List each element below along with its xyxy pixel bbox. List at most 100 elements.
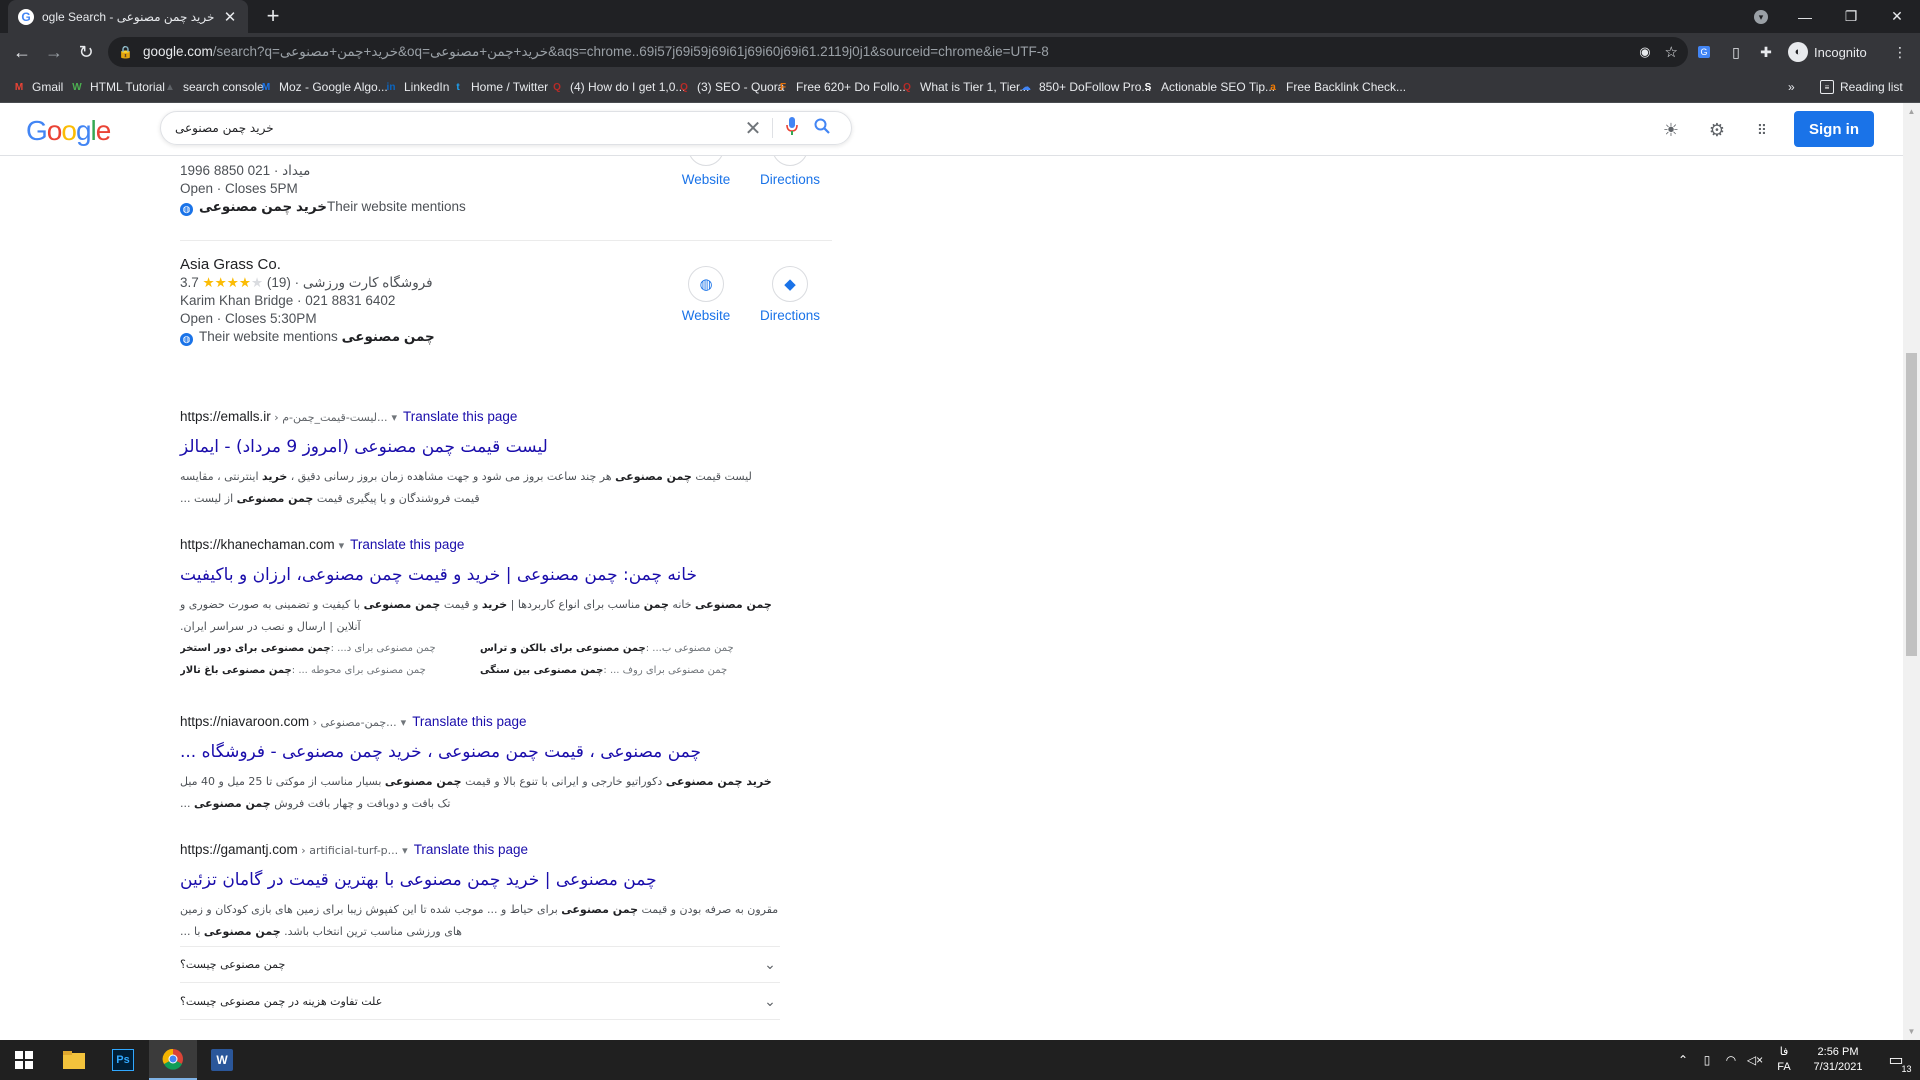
tab-search-icon[interactable]: ▾ bbox=[1738, 0, 1784, 33]
reload-icon[interactable]: ↻ bbox=[72, 38, 100, 66]
directions-button-2[interactable]: ◆ Directions bbox=[750, 266, 830, 323]
result-url[interactable]: https://gamantj.com › artificial-turf-p.… bbox=[180, 841, 780, 859]
bookmark-item[interactable]: M Gmail bbox=[12, 71, 64, 103]
site-icon: F bbox=[779, 81, 787, 93]
notification-center-icon[interactable]: ▭ 13 bbox=[1878, 1040, 1914, 1080]
local-divider bbox=[180, 240, 832, 241]
minimize-button[interactable]: — bbox=[1782, 0, 1828, 33]
bookmark-item[interactable]: M Moz - Google Algo... bbox=[259, 71, 388, 103]
local-business-name[interactable]: Asia Grass Co. bbox=[180, 256, 435, 274]
google-apps-grid-icon[interactable]: ⠿ bbox=[1751, 119, 1773, 141]
new-tab-button[interactable]: + bbox=[260, 3, 286, 29]
scrollbar-thumb[interactable] bbox=[1906, 353, 1917, 656]
bookmark-item[interactable]: Q (4) How do I get 1,0... bbox=[550, 71, 685, 103]
result-title-link[interactable]: چمن مصنوعی | خرید چمن مصنوعی با بهترین ق… bbox=[180, 867, 780, 893]
url-text[interactable]: google.com/search?q=خرید+چمن+مصنوعی&oq=خ… bbox=[143, 44, 1631, 60]
volume-muted-icon[interactable]: ◁× bbox=[1744, 1040, 1766, 1080]
sign-in-button[interactable]: Sign in bbox=[1794, 111, 1874, 147]
tab-title: ogle Search - خرید چمن مصنوعی bbox=[42, 9, 215, 24]
bookmark-item[interactable]: t Home / Twitter bbox=[451, 71, 548, 103]
bookmark-label: Gmail bbox=[32, 80, 64, 94]
extension-icon[interactable]: ▯ bbox=[1726, 42, 1746, 62]
faq-item[interactable]: چمن مصنوعی چیست؟ ⌄ bbox=[180, 947, 780, 983]
bookmark-item[interactable]: Q (3) SEO - Quora bbox=[677, 71, 784, 103]
photoshop-icon[interactable]: Ps bbox=[99, 1040, 147, 1080]
result-url[interactable]: https://emalls.ir › لیست-قیمت_چمن-م...Tr… bbox=[180, 408, 780, 426]
local-result-2[interactable]: Asia Grass Co. 3.7 ★★★★★ (19) · فروشگاه … bbox=[180, 256, 435, 346]
bookmark-item[interactable]: ☁ 850+ DoFollow Pro... bbox=[1019, 71, 1151, 103]
website-button-1[interactable]: ◍ Website bbox=[666, 156, 746, 187]
scroll-down-arrow-icon[interactable]: ▼ bbox=[1903, 1023, 1920, 1040]
input-language-indicator[interactable]: فا FA bbox=[1770, 1040, 1798, 1080]
bookmark-star-icon[interactable]: ☆ bbox=[1665, 43, 1678, 61]
result-url[interactable]: https://niavaroon.com › چمن-مصنوعی...Tra… bbox=[180, 713, 780, 731]
file-explorer-icon[interactable] bbox=[50, 1040, 98, 1080]
bookmark-item[interactable]: W HTML Tutorial bbox=[70, 71, 165, 103]
sitelink[interactable]: چمن مصنوعی برای محوطه ... :چمن مصنوعی با… bbox=[180, 660, 480, 682]
google-logo[interactable]: Google bbox=[26, 115, 111, 147]
address-bar[interactable]: 🔒 google.com/search?q=خرید+چمن+مصنوعی&oq… bbox=[108, 37, 1688, 67]
show-hidden-icons-chevron-icon[interactable]: ⌃ bbox=[1672, 1040, 1694, 1080]
bookmark-item[interactable]: F Free 620+ Do Follo... bbox=[776, 71, 909, 103]
translate-link[interactable]: Translate this page bbox=[339, 537, 465, 552]
puzzle-extensions-icon[interactable]: ✚ bbox=[1756, 42, 1776, 62]
restore-button[interactable]: ❐ bbox=[1828, 0, 1874, 33]
bookmark-label: HTML Tutorial bbox=[90, 80, 165, 94]
directions-button-1[interactable]: ◆ Directions bbox=[750, 156, 830, 187]
microphone-icon[interactable] bbox=[777, 116, 807, 140]
page-scrollbar[interactable]: ▲ ▼ bbox=[1903, 103, 1920, 1040]
scroll-up-arrow-icon[interactable]: ▲ bbox=[1903, 103, 1920, 120]
incognito-profile[interactable]: ◐ Incognito bbox=[1788, 41, 1867, 63]
search-icon[interactable] bbox=[807, 118, 837, 139]
bookmark-item[interactable]: a Free Backlink Check... bbox=[1266, 71, 1406, 103]
bookmark-item[interactable]: S Actionable SEO Tip... bbox=[1141, 71, 1275, 103]
reading-list-button[interactable]: ≡ Reading list bbox=[1820, 71, 1903, 103]
settings-gear-icon[interactable]: ⚙ bbox=[1706, 119, 1728, 141]
result-title-link[interactable]: چمن مصنوعی ، قیمت چمن مصنوعی ، خرید چمن … bbox=[180, 739, 780, 765]
windows-start-icon[interactable] bbox=[0, 1040, 48, 1080]
website-button-2[interactable]: ◍ Website bbox=[666, 266, 746, 323]
organic-result-niavaroon: https://niavaroon.com › چمن-مصنوعی...Tra… bbox=[180, 713, 780, 815]
quora-icon: Q bbox=[680, 81, 688, 93]
sitelink[interactable]: چمن مصنوعی برای روف ... :چمن مصنوعی بین … bbox=[480, 660, 780, 682]
translate-link[interactable]: Translate this page bbox=[392, 409, 518, 424]
search-results: میداد · 021 8850 1996 Open · Closes 5PM … bbox=[0, 156, 1903, 1040]
result-title-link[interactable]: خانه چمن: چمن مصنوعی | خرید و قیمت چمن م… bbox=[180, 562, 780, 588]
local-rating-row: 3.7 ★★★★★ (19) · فروشگاه کارت ورزشی bbox=[180, 275, 433, 290]
forward-arrow-icon[interactable]: → bbox=[40, 38, 68, 66]
translate-link[interactable]: Translate this page bbox=[401, 714, 527, 729]
google-header: Google ✕ ☀ ⚙ ⠿ Sign in bbox=[0, 103, 1903, 156]
translate-link[interactable]: Translate this page bbox=[402, 842, 528, 857]
dark-theme-sun-icon[interactable]: ☀ bbox=[1660, 119, 1682, 141]
bookmark-item[interactable]: in LinkedIn bbox=[384, 71, 450, 103]
close-window-button[interactable]: ✕ bbox=[1874, 0, 1920, 33]
sitelink[interactable]: چمن مصنوعی برای د... :چمن مصنوعی برای دو… bbox=[180, 638, 480, 660]
quora-icon: Q bbox=[903, 81, 911, 93]
lock-icon: 🔒 bbox=[118, 45, 133, 59]
tab-google-search[interactable]: G ogle Search - خرید چمن مصنوعی ✕ bbox=[8, 0, 248, 33]
sitelink[interactable]: چمن مصنوعی ب... :چمن مصنوعی برای بالکن و… bbox=[480, 638, 780, 660]
seo-icon: S bbox=[1144, 81, 1152, 93]
tracking-blocked-icon[interactable]: ◉ bbox=[1639, 44, 1650, 60]
bookmark-item[interactable]: ▲ search console bbox=[163, 71, 264, 103]
clock[interactable]: 2:56 PM 7/31/2021 bbox=[1802, 1040, 1874, 1080]
bookmark-label: Actionable SEO Tip... bbox=[1161, 80, 1276, 94]
result-url[interactable]: https://khanechaman.comTranslate this pa… bbox=[180, 536, 780, 554]
bookmark-item[interactable]: Q What is Tier 1, Tier... bbox=[900, 71, 1029, 103]
menu-kebab-icon[interactable]: ⋮ bbox=[1890, 42, 1910, 62]
directions-icon: ◆ bbox=[772, 266, 808, 302]
battery-icon[interactable]: ▯ bbox=[1696, 1040, 1718, 1080]
faq-item[interactable]: علت تفاوت هزینه در چمن مصنوعی چیست؟ ⌄ bbox=[180, 984, 780, 1020]
chrome-taskbar-icon[interactable] bbox=[149, 1040, 197, 1080]
wifi-icon[interactable]: ◠ bbox=[1720, 1040, 1742, 1080]
google-favicon-icon: G bbox=[18, 8, 34, 25]
back-arrow-icon[interactable]: ← bbox=[8, 38, 36, 66]
bookmarks-overflow-button[interactable]: » bbox=[1788, 71, 1795, 103]
clear-search-icon[interactable]: ✕ bbox=[738, 116, 768, 141]
result-title-link[interactable]: لیست قیمت چمن مصنوعی (امروز 9 مرداد) - ا… bbox=[180, 434, 780, 460]
word-icon[interactable]: W bbox=[198, 1040, 246, 1080]
translate-extension-icon[interactable]: G bbox=[1694, 42, 1714, 62]
website-globe-icon: ◍ bbox=[688, 156, 724, 166]
close-tab-icon[interactable]: ✕ bbox=[222, 8, 238, 26]
search-input[interactable] bbox=[175, 121, 738, 135]
